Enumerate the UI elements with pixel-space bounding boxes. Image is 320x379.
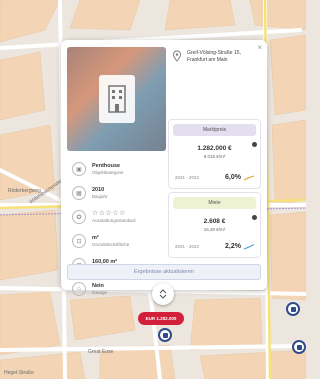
update-results-button[interactable]: Ergebnisse aktualisieren (67, 264, 261, 280)
attribute-year: ▦ 2010 Baujahr (67, 181, 163, 205)
rent-change: 2,2% (225, 243, 241, 250)
collapse-handle[interactable] (152, 283, 174, 305)
street-label: Röderbergweg (8, 188, 41, 194)
attribute-value: Nein (92, 282, 104, 289)
rent-card: Miete 2.608 € 16,30 €/m² 2021 - 2022 2,2… (168, 192, 261, 258)
street-label: Great Eose (88, 349, 114, 355)
location-pin-icon (173, 50, 181, 62)
market-change: 6,0% (225, 174, 241, 181)
info-icon[interactable] (252, 142, 257, 147)
trend-up-icon (244, 175, 254, 180)
attribute-label: Garage (92, 289, 108, 295)
property-marker[interactable] (158, 328, 172, 342)
garage-icon: ⌂ (72, 282, 86, 296)
property-marker[interactable] (286, 302, 300, 316)
attribute-label: Ausstattungsstandard (92, 218, 136, 223)
property-photo (67, 47, 166, 151)
market-price-per-sqm: 8.015 €/m² (203, 154, 226, 159)
attribute-category: ▣ Penthouse Objektkategorie (67, 157, 163, 181)
price-tag[interactable]: EUR 1.282.000 (138, 312, 184, 325)
market-price-card: Marktpreis 1.282.000 € 8.015 €/m² 2021 -… (168, 119, 261, 189)
address-line-2: Frankfurt am Main (187, 57, 228, 63)
trend-up-icon (244, 243, 254, 249)
attribute-label: Grundstücksfläche (92, 241, 130, 247)
attribute-equipment: ✪ ☆☆☆☆☆ Ausstattungsstandard (67, 205, 163, 229)
collapse-arrows-icon (159, 289, 167, 299)
attribute-value: m² (92, 234, 99, 241)
attribute-value: Penthouse (92, 162, 121, 169)
rent-years: 2021 - 2022 (175, 244, 200, 249)
calendar-icon: ▦ (72, 186, 86, 200)
market-price-value: 1.282.000 € (197, 145, 232, 152)
attribute-garage: ⌂ Nein Garage (67, 277, 163, 301)
attribute-value: 2010 (92, 186, 105, 193)
property-marker[interactable] (292, 340, 306, 354)
building-icon: ▣ (72, 162, 86, 176)
attribute-label: Baujahr (92, 193, 108, 199)
property-popup: × Greif-Völsing-Straße 15, Frankfurt am … (61, 40, 267, 296)
rating-stars[interactable]: ☆☆☆☆☆ (92, 210, 136, 218)
address: Greif-Völsing-Straße 15, Frankfurt am Ma… (171, 50, 263, 64)
address-line-1: Greif-Völsing-Straße 15, (187, 50, 241, 56)
market-years: 2021 - 2022 (175, 175, 200, 180)
attribute-label: Objektkategorie (92, 169, 124, 175)
rent-per-sqm: 16,30 €/m² (203, 227, 226, 232)
rent-value: 2.608 € (203, 218, 226, 225)
rent-header: Miete (173, 197, 256, 209)
street-label: Hegel-Straße (4, 370, 34, 376)
attribute-land-area: ⊡ m² Grundstücksfläche (67, 229, 163, 253)
market-price-header: Marktpreis (173, 124, 256, 136)
building-photo-icon (99, 75, 135, 123)
award-icon: ✪ (72, 210, 86, 224)
info-icon[interactable] (252, 215, 257, 220)
land-area-icon: ⊡ (72, 234, 86, 248)
